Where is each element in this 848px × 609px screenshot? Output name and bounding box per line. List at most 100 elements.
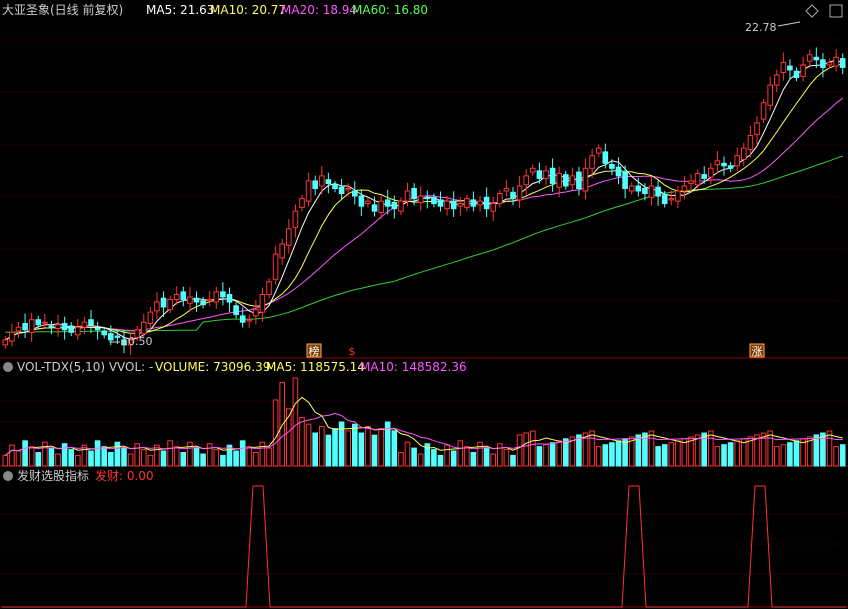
volume-bar	[2, 454, 9, 467]
candle-body	[28, 319, 35, 333]
volume-bar	[530, 430, 536, 467]
volume-bar	[839, 444, 846, 467]
volume-bar	[437, 454, 444, 467]
candle-body	[457, 203, 464, 207]
volume-bar	[371, 434, 378, 467]
volume-bar	[213, 449, 220, 467]
volume-bar	[9, 444, 15, 467]
candle-body	[48, 325, 55, 328]
candle-body	[15, 326, 22, 332]
candle-body	[431, 196, 437, 205]
volume-bar	[167, 440, 173, 467]
volume-bar	[332, 428, 338, 467]
candle-body	[220, 291, 226, 298]
volume-bar	[490, 453, 496, 467]
volume-bar	[661, 444, 668, 467]
volume-bar	[510, 454, 516, 467]
candle-body	[9, 331, 15, 342]
volume-bar	[173, 446, 180, 467]
volume-bar	[589, 430, 595, 467]
candle-body	[365, 200, 371, 205]
candle-body	[741, 147, 747, 161]
candle-body	[332, 184, 338, 189]
candle-body	[193, 297, 200, 303]
volume-bar	[450, 450, 457, 467]
marker-label: 榜	[309, 344, 320, 358]
candle-body	[286, 228, 292, 246]
marker-label: $	[349, 345, 356, 358]
volume-bar	[378, 428, 384, 467]
candle-body	[833, 56, 839, 67]
candle-body	[820, 59, 826, 68]
volume-bar	[319, 425, 325, 467]
candle-body	[450, 200, 457, 210]
volume-value-label: VOLUME: 73096.39	[155, 360, 270, 374]
volume-bar	[68, 449, 75, 467]
candle-body	[780, 61, 787, 74]
candle-body	[582, 167, 589, 192]
indicator-menu-icon[interactable]	[3, 471, 13, 481]
candle-body	[35, 319, 42, 326]
ma5-label: MA5: 21.63	[146, 3, 214, 17]
volume-header: VOL-TDX(5,10) VVOL: - VOLUME: 73096.39 M…	[3, 360, 467, 374]
candle-body	[464, 198, 470, 208]
volume-ma10-label: MA10: 148582.36	[360, 360, 467, 374]
volume-bar	[675, 440, 681, 467]
volume-bar	[292, 377, 299, 467]
candle-body	[642, 188, 648, 194]
candle-body	[760, 102, 767, 120]
candle-body	[694, 172, 701, 186]
candle-body	[510, 191, 516, 200]
candle-body	[272, 253, 279, 280]
volume-bar	[358, 432, 365, 467]
volume-bar	[286, 408, 292, 467]
candle-body	[648, 185, 655, 198]
candle-body	[787, 65, 793, 71]
volume-bar	[266, 447, 272, 467]
candle-body	[635, 185, 642, 192]
volume-bar	[595, 446, 602, 467]
ma10-label: MA10: 20.77	[210, 3, 286, 17]
volume-bar	[503, 449, 510, 467]
volume-bar	[352, 423, 358, 467]
candle-body	[437, 199, 444, 207]
candle-body	[549, 167, 556, 184]
candle-body	[556, 172, 563, 188]
candle-body	[543, 170, 549, 179]
candle-body	[187, 296, 193, 304]
candle-body	[675, 190, 681, 202]
volume-bar	[305, 423, 312, 467]
candle-body	[68, 325, 75, 333]
volume-menu-icon[interactable]	[3, 362, 13, 372]
volume-bar	[193, 447, 200, 467]
volume-bar	[457, 440, 464, 467]
volume-bar	[246, 446, 253, 467]
volume-bar	[516, 434, 523, 467]
volume-bar	[147, 454, 154, 467]
candle-body	[477, 200, 483, 206]
candle-body	[167, 299, 173, 311]
ma60-label: MA60: 16.80	[352, 3, 428, 17]
candle-body	[338, 186, 345, 194]
candle-body	[490, 203, 496, 212]
volume-bar	[398, 452, 404, 467]
volume-bar	[833, 446, 839, 467]
volume-bar	[114, 441, 121, 467]
volume-bar	[734, 440, 741, 467]
candle-body	[417, 195, 424, 203]
volume-bar	[543, 444, 549, 467]
candle-body	[754, 122, 760, 135]
volume-bar	[444, 444, 450, 467]
candle-body	[516, 185, 523, 201]
volume-bar	[15, 450, 22, 467]
candle-body	[569, 175, 576, 186]
volume-bar	[417, 453, 424, 467]
volume-bar	[602, 444, 609, 467]
volume-bar	[793, 440, 800, 467]
candle-body	[312, 180, 318, 189]
candle-body	[793, 70, 800, 78]
candle-body	[213, 291, 220, 303]
volume-bar	[497, 443, 503, 467]
volume-bar	[279, 381, 285, 467]
volume-bar	[94, 440, 101, 467]
